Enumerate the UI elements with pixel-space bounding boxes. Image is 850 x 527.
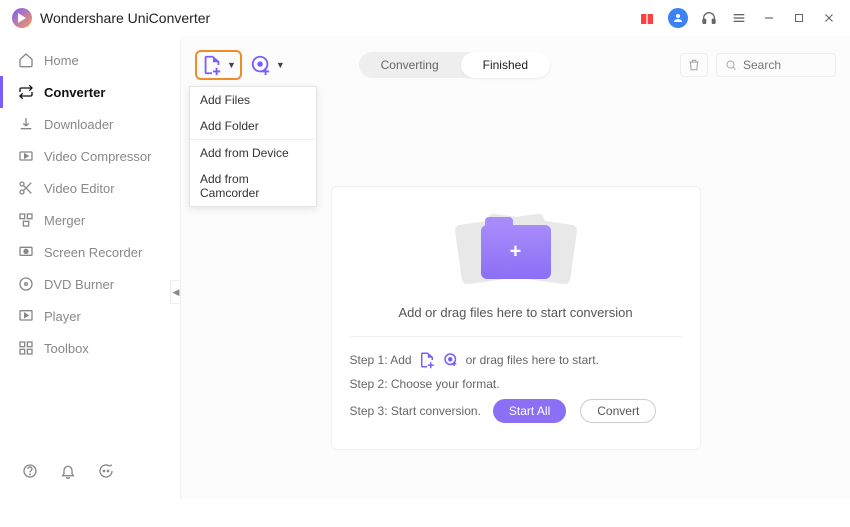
convert-button[interactable]: Convert (580, 399, 656, 423)
menu-add-files[interactable]: Add Files (190, 87, 316, 113)
segment-control: Converting Finished (359, 52, 550, 78)
sidebar-item-dvd[interactable]: DVD Burner (0, 268, 180, 300)
add-dropdown-menu: Add Files Add Folder Add from Device Add… (189, 86, 317, 207)
disc-icon (18, 276, 34, 292)
add-dvd-dropdown-button[interactable]: ▼ (250, 54, 285, 76)
sidebar-item-label: Converter (44, 85, 105, 100)
add-file-icon (418, 351, 436, 369)
sidebar-item-label: Screen Recorder (44, 245, 142, 260)
chevron-down-icon: ▼ (276, 60, 285, 70)
headset-icon[interactable] (700, 9, 718, 27)
menu-add-folder[interactable]: Add Folder (190, 113, 316, 139)
sidebar-item-label: Toolbox (44, 341, 89, 356)
search-icon (725, 59, 737, 71)
sidebar-item-home[interactable]: Home (0, 44, 180, 76)
menu-add-from-device[interactable]: Add from Device (190, 139, 316, 166)
feedback-icon[interactable] (98, 463, 114, 484)
merger-icon (18, 212, 34, 228)
toolbox-icon (18, 340, 34, 356)
bell-icon[interactable] (60, 463, 76, 484)
recorder-icon (18, 244, 34, 260)
add-disc-icon (250, 54, 272, 76)
compressor-icon (18, 148, 34, 164)
sidebar-item-editor[interactable]: Video Editor (0, 172, 180, 204)
sidebar-item-downloader[interactable]: Downloader (0, 108, 180, 140)
folder-icon: + (481, 225, 551, 279)
add-disc-icon (442, 351, 460, 369)
start-all-button[interactable]: Start All (493, 399, 566, 423)
sidebar-item-label: Merger (44, 213, 85, 228)
user-avatar[interactable] (668, 8, 688, 28)
play-icon (18, 308, 34, 324)
sidebar-item-label: Downloader (44, 117, 113, 132)
sidebar-item-label: DVD Burner (44, 277, 114, 292)
home-icon (18, 52, 34, 68)
add-file-icon (201, 54, 223, 76)
sidebar-item-label: Video Compressor (44, 149, 151, 164)
dropzone[interactable]: + Add or drag files here to start conver… (331, 186, 701, 450)
steps: Step 1: Add or drag files here to start.… (350, 351, 682, 423)
search-input[interactable] (743, 58, 823, 72)
add-file-dropdown-button[interactable]: ▼ (195, 50, 242, 80)
sidebar-item-label: Home (44, 53, 79, 68)
dropzone-text: Add or drag files here to start conversi… (350, 305, 682, 337)
menu-add-from-camcorder[interactable]: Add from Camcorder (190, 166, 316, 206)
sidebar-item-label: Player (44, 309, 81, 324)
minimize-button[interactable] (760, 9, 778, 27)
step2-text: Step 2: Choose your format. (350, 377, 500, 391)
sidebar-item-recorder[interactable]: Screen Recorder (0, 236, 180, 268)
search-box[interactable] (716, 53, 836, 77)
sidebar-item-player[interactable]: Player (0, 300, 180, 332)
sidebar-item-label: Video Editor (44, 181, 115, 196)
gift-icon[interactable] (638, 9, 656, 27)
tab-finished[interactable]: Finished (461, 52, 550, 78)
content-area: ▼ ▼ Add Files Add Folder Add from Device… (180, 36, 850, 498)
titlebar: Wondershare UniConverter (0, 0, 850, 36)
dropzone-illustration: + (350, 211, 682, 291)
close-button[interactable] (820, 9, 838, 27)
app-title: Wondershare UniConverter (40, 10, 210, 26)
help-icon[interactable] (22, 463, 38, 484)
download-icon (18, 116, 34, 132)
sidebar: Home Converter Downloader Video Compress… (0, 36, 180, 498)
step3-text: Step 3: Start conversion. (350, 404, 481, 418)
scissors-icon (18, 180, 34, 196)
sidebar-item-merger[interactable]: Merger (0, 204, 180, 236)
step1-prefix: Step 1: Add (350, 353, 412, 367)
converter-icon (18, 84, 34, 100)
tab-converting[interactable]: Converting (359, 52, 461, 78)
sidebar-item-toolbox[interactable]: Toolbox (0, 332, 180, 364)
delete-button[interactable] (680, 53, 708, 77)
maximize-button[interactable] (790, 9, 808, 27)
menu-icon[interactable] (730, 9, 748, 27)
sidebar-item-converter[interactable]: Converter (0, 76, 180, 108)
step1-suffix: or drag files here to start. (466, 353, 599, 367)
toolbar: ▼ ▼ Add Files Add Folder Add from Device… (195, 44, 836, 86)
sidebar-item-compressor[interactable]: Video Compressor (0, 140, 180, 172)
app-logo (12, 8, 32, 28)
chevron-down-icon: ▼ (227, 60, 236, 70)
